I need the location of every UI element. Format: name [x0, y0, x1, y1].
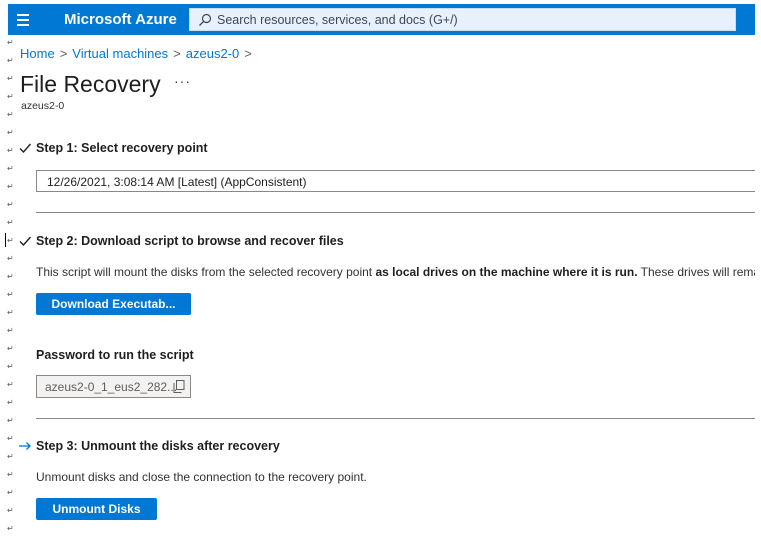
paragraph-mark: ↵	[7, 398, 14, 407]
paragraph-mark: ↵	[7, 236, 14, 245]
recovery-point-dropdown[interactable]: 12/26/2021, 3:08:14 AM [Latest] (AppCons…	[36, 170, 755, 192]
paragraph-mark: ↵	[7, 434, 14, 443]
page-subtitle: azeus2-0	[21, 100, 65, 112]
checkmark-icon	[19, 236, 32, 247]
step2-description-suffix: These drives will remain	[640, 265, 755, 279]
paragraph-mark: ↵	[7, 380, 14, 389]
step1-heading: Step 1: Select recovery point	[36, 141, 208, 155]
divider	[36, 212, 755, 213]
password-label: Password to run the script	[36, 348, 194, 362]
step2-description: This script will mount the disks from th…	[36, 265, 755, 279]
breadcrumb-home[interactable]: Home	[20, 46, 55, 61]
step3-description: Unmount disks and close the connection t…	[36, 470, 367, 484]
page-title: File Recovery	[20, 71, 161, 97]
copy-icon[interactable]	[173, 380, 185, 393]
paragraph-mark: ↵	[7, 182, 14, 191]
paragraph-mark: ↵	[7, 326, 14, 335]
breadcrumb-separator: >	[173, 46, 181, 61]
paragraph-mark: ↵	[7, 146, 14, 155]
paragraph-mark: ↵	[7, 272, 14, 281]
azure-brand-title[interactable]: Microsoft Azure	[64, 11, 177, 28]
paragraph-mark: ↵	[7, 128, 14, 137]
search-placeholder: Search resources, services, and docs (G+…	[217, 13, 458, 27]
step2-description-prefix: This script will mount the disks from th…	[36, 265, 376, 279]
paragraph-mark: ↵	[7, 218, 14, 227]
text-cursor	[5, 233, 6, 247]
paragraph-mark: ↵	[7, 308, 14, 317]
global-search-input[interactable]: Search resources, services, and docs (G+…	[189, 8, 736, 31]
paragraph-mark: ↵	[7, 254, 14, 263]
step2-heading: Step 2: Download script to browse and re…	[36, 234, 344, 248]
paragraph-mark: ↵	[7, 164, 14, 173]
breadcrumb-virtual-machines[interactable]: Virtual machines	[72, 46, 168, 61]
password-field[interactable]: azeus2-0_1_eus2_282...	[36, 375, 191, 398]
arrow-right-icon	[19, 442, 31, 450]
search-icon	[199, 13, 212, 26]
paragraph-mark: ↵	[7, 344, 14, 353]
breadcrumb: Home > Virtual machines > azeus2-0 >	[20, 46, 257, 61]
paragraph-mark: ↵	[7, 290, 14, 299]
paragraph-marks-column: ↵ ↵ ↵ ↵ ↵ ↵ ↵ ↵ ↵ ↵ ↵ ↵ ↵ ↵ ↵ ↵ ↵ ↵ ↵ ↵ ↵ ↵ ↵ ↵ ↵ ↵ ↵ ↵	[0, 0, 18, 538]
paragraph-mark: ↵	[7, 452, 14, 461]
paragraph-mark: ↵	[7, 110, 14, 119]
paragraph-mark: ↵	[7, 74, 14, 83]
paragraph-mark: ↵	[7, 38, 14, 47]
step2-description-bold: as local drives on the machine where it …	[375, 265, 638, 279]
paragraph-mark: ↵	[7, 524, 14, 533]
breadcrumb-vm[interactable]: azeus2-0	[186, 46, 239, 61]
paragraph-mark: ↵	[7, 200, 14, 209]
paragraph-mark: ↵	[7, 56, 14, 65]
paragraph-mark: ↵	[7, 416, 14, 425]
checkmark-icon	[19, 143, 32, 154]
unmount-disks-button[interactable]: Unmount Disks	[36, 498, 157, 520]
divider	[36, 418, 755, 419]
paragraph-mark: ↵	[7, 362, 14, 371]
paragraph-mark: ↵	[7, 506, 14, 515]
step3-heading: Step 3: Unmount the disks after recovery	[36, 439, 280, 453]
paragraph-mark: ↵	[7, 92, 14, 101]
download-executable-button[interactable]: Download Executab...	[36, 293, 191, 315]
azure-top-bar: Microsoft Azure Search resources, servic…	[8, 4, 755, 35]
breadcrumb-separator: >	[244, 46, 252, 61]
paragraph-mark: ↵	[7, 470, 14, 479]
more-icon[interactable]: ···	[174, 73, 191, 89]
paragraph-mark: ↵	[7, 488, 14, 497]
breadcrumb-separator: >	[59, 46, 68, 61]
